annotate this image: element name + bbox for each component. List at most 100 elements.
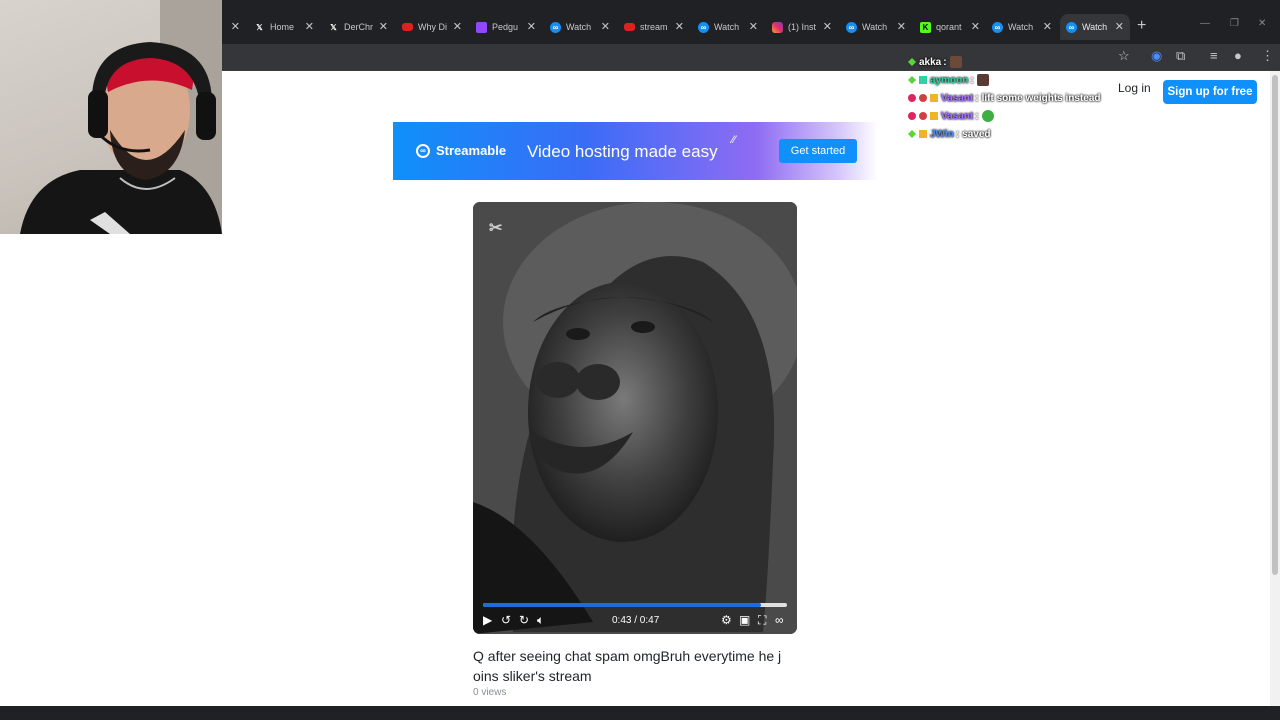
browser-tab[interactable]: 𝕏 DerChr ✕ [328,14,388,40]
tab-close-icon[interactable]: ✕ [823,20,832,33]
video-player[interactable]: ✂ ▶ ↺ ↻ 🔈︎ 0:43 / 0:47 ⚙ ▣ ⛶ ∞ [473,202,797,634]
tab-title: stream [640,22,668,32]
streamable-icon: ∞ [1066,21,1077,33]
chat-username: akka [919,56,942,68]
badge-icon [908,112,916,120]
chat-text: saved [962,128,991,140]
chat-separator: : [943,56,947,68]
tab-title: Watch [566,22,592,32]
banner-tagline: Video hosting made easy [527,142,718,161]
profile-avatar-icon[interactable]: ● [1234,48,1242,63]
chat-message: JWin : saved [908,125,1168,143]
capcut-watermark-icon: ✂ [489,220,503,237]
chat-message: Vasant : [908,107,1168,125]
tab-close-icon[interactable]: ✕ [527,20,536,33]
browser-tab[interactable]: ∞ Watch ✕ [992,14,1052,40]
forward-icon[interactable]: ↻ [519,613,529,627]
close-window-icon[interactable]: ✕ [1258,18,1266,29]
chat-separator: : [970,74,974,86]
browser-tab-active[interactable]: ∞ Watch ✕ [1060,14,1130,40]
tab-close-icon[interactable]: ✕ [1115,20,1124,33]
chat-username: Vasant [941,110,974,122]
extensions-puzzle-icon[interactable]: ⧉ [1176,48,1185,64]
taskbar-strip [0,706,1280,720]
browser-tab[interactable]: 𝕏 Home ✕ [254,14,314,40]
browser-tab[interactable]: Why Di ✕ [402,14,462,40]
settings-gear-icon[interactable]: ⚙ [721,613,732,627]
volume-icon[interactable]: 🔈︎ [537,613,544,628]
signup-button[interactable]: Sign up for free [1163,80,1257,104]
badge-icon [930,112,938,120]
badge-icon [919,76,927,84]
progress-bar[interactable] [483,603,787,607]
browser-tab[interactable]: ∞ Watch ✕ [846,14,906,40]
browser-tab[interactable]: ∞ Watch ✕ [550,14,610,40]
media-control-icon[interactable]: ≡ [1210,48,1218,63]
video-frame-gorilla [473,202,797,634]
tab-title: Watch [1082,22,1108,32]
tab-title: Watch [862,22,888,32]
tab-close-icon[interactable]: ✕ [675,20,684,33]
scrollbar-thumb[interactable] [1272,75,1278,575]
browser-tab[interactable]: ∞ Watch ✕ [698,14,758,40]
restore-icon[interactable]: ❐ [1230,18,1239,29]
progress-bar-fill [483,603,762,607]
emote-icon [976,74,989,86]
badge-icon [908,58,916,66]
get-started-button[interactable]: Get started [779,139,857,163]
page-scrollbar[interactable] [1270,71,1280,706]
streamable-player-logo-icon[interactable]: ∞ [775,613,784,627]
streamable-icon: ∞ [846,21,857,33]
tab-title: Pedgu [492,22,519,32]
browser-tab[interactable]: K qorant ✕ [920,14,980,40]
browser-tab[interactable]: ✕ [222,14,240,40]
chat-message: akka : [908,53,1168,71]
chat-separator: : [955,128,960,140]
tab-title: (1) Inst [788,22,817,32]
tab-title: Why Di [418,22,447,32]
chat-username: JWin [930,128,954,140]
chat-message: aymoon : [908,71,1168,89]
video-title: Q after seeing chat spam omgBruh everyti… [473,648,782,684]
play-icon[interactable]: ▶ [483,613,492,627]
picture-in-picture-icon[interactable]: ▣ [739,613,750,627]
browser-tab[interactable]: Pedgu ✕ [476,14,536,40]
screen: ✕ 𝕏 Home ✕ 𝕏 DerChr ✕ Why Di ✕ Pedgu ✕ ∞… [0,0,1280,720]
tab-close-icon[interactable]: ✕ [971,20,980,33]
tab-close-icon[interactable]: ✕ [601,20,610,33]
emote-icon [949,56,962,68]
chat-separator: : [975,110,979,122]
tab-close-icon[interactable]: ✕ [305,20,314,33]
tab-title: Watch [1008,22,1034,32]
browser-tab[interactable]: stream ✕ [624,14,684,40]
timecode: 0:43 / 0:47 [612,615,660,626]
badge-icon [919,94,927,102]
streamable-logo: ∞ Streamable [416,143,506,158]
badge-icon [908,94,916,102]
browser-tab[interactable]: (1) Inst ✕ [772,14,832,40]
chat-username: Vasant [941,92,974,104]
streamable-icon: ∞ [698,21,709,33]
streamable-logo-icon: ∞ [416,143,430,158]
minimize-icon[interactable]: — [1200,18,1210,29]
badge-icon [919,112,927,120]
tab-close-icon[interactable]: ✕ [1043,20,1052,33]
chat-text: lift some weights instead [981,92,1101,104]
badge-icon [919,130,927,138]
chat-separator: : [975,92,979,104]
tab-close-icon[interactable]: ✕ [231,20,240,33]
tab-title: qorant [936,22,962,32]
tab-close-icon[interactable]: ✕ [453,20,462,33]
youtube-icon [624,23,635,31]
view-count: 0 views [473,687,507,698]
tab-close-icon[interactable]: ✕ [897,20,906,33]
browser-menu-icon[interactable]: ⋮ [1261,48,1274,64]
promo-banner[interactable]: ∞ Streamable Video hosting made easy ⁄⁄ … [393,122,878,180]
badge-icon [930,94,938,102]
stream-chat-overlay: akka : aymoon : Vasant : lift some weigh… [908,53,1168,143]
tab-close-icon[interactable]: ✕ [379,20,388,33]
rewind-icon[interactable]: ↺ [501,613,511,627]
tab-close-icon[interactable]: ✕ [749,20,758,33]
fullscreen-icon[interactable]: ⛶ [758,613,766,628]
new-tab-button[interactable]: + [1137,17,1146,35]
